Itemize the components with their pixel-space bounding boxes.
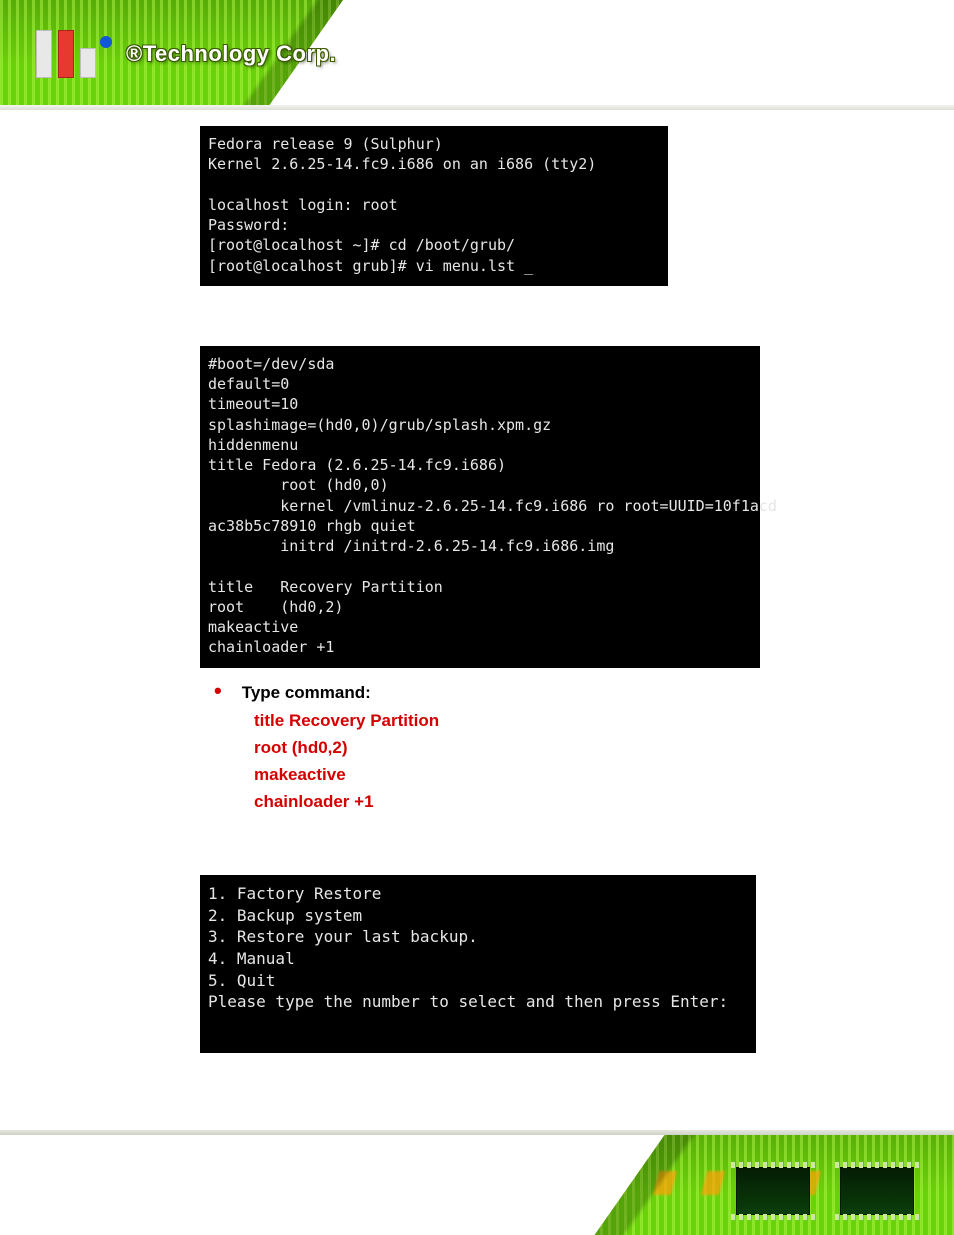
brand-reg: ® xyxy=(126,41,143,66)
terminal-grub-config: #boot=/dev/sda default=0 timeout=10 spla… xyxy=(200,346,760,668)
instruction-heading-text: Type command: xyxy=(242,683,371,703)
command-line: chainloader +1 xyxy=(254,788,774,815)
chip-icon xyxy=(840,1167,914,1215)
instruction-heading: • Type command: xyxy=(214,680,774,703)
footer-divider xyxy=(0,1130,954,1135)
brand-logo: ®Technology Corp. xyxy=(32,26,336,82)
command-lines: title Recovery Partition root (hd0,2) ma… xyxy=(254,707,774,816)
page-footer xyxy=(0,1130,954,1235)
bullet-icon: • xyxy=(214,680,222,702)
decorative-chips xyxy=(736,1167,914,1215)
command-line: title Recovery Partition xyxy=(254,707,774,734)
brand-text: ®Technology Corp. xyxy=(126,41,336,67)
instructions-block: • Type command: title Recovery Partition… xyxy=(214,680,774,816)
page-content: Fedora release 9 (Sulphur) Kernel 2.6.25… xyxy=(0,110,954,1130)
chip-icon xyxy=(736,1167,810,1215)
page-header: ®Technology Corp. xyxy=(0,0,954,110)
command-line: makeactive xyxy=(254,761,774,788)
terminal-recovery-menu: 1. Factory Restore 2. Backup system 3. R… xyxy=(200,875,756,1053)
brand-name: Technology Corp. xyxy=(143,41,336,66)
footer-white-shape xyxy=(0,1130,707,1235)
iei-logo-icon xyxy=(32,26,116,82)
command-line: root (hd0,2) xyxy=(254,734,774,761)
terminal-login: Fedora release 9 (Sulphur) Kernel 2.6.25… xyxy=(200,126,668,286)
